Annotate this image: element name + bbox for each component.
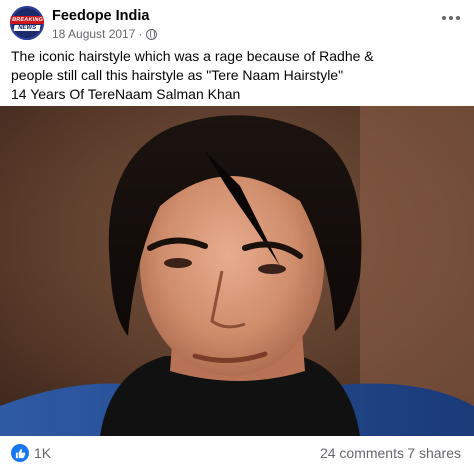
more-dot-icon [456,16,460,20]
post-caption: The iconic hairstyle which was a rage be… [11,47,466,104]
post-header: BREAKING NEWS Feedope India 18 August 20… [0,0,474,44]
avatar-text-news: NEWS [13,24,41,31]
reaction-count[interactable]: 1K [34,445,51,461]
portrait-illustration [0,106,474,436]
caption-line: 14 Years Of TereNaam Salman Khan [11,86,241,102]
like-icon[interactable] [11,444,29,462]
more-options-button[interactable] [442,16,460,20]
post-photo[interactable] [0,106,474,436]
comments-count-link[interactable]: 24 comments [320,445,404,461]
caption-line: The iconic hairstyle which was a rage be… [11,48,374,64]
thumbs-up-icon [15,448,25,458]
shares-count-link[interactable]: 7 shares [407,445,461,461]
meta-separator: · [138,27,143,41]
post-meta: 18 August 2017 · [52,27,158,41]
more-dot-icon [449,16,453,20]
globe-icon [146,28,158,40]
caption-line: people still call this hairstyle as "Ter… [11,67,344,83]
page-avatar[interactable]: BREAKING NEWS [10,6,44,40]
avatar-text-breaking: BREAKING [10,15,44,24]
post-date[interactable]: 18 August 2017 [52,27,135,41]
page-name-link[interactable]: Feedope India [52,8,150,24]
more-dot-icon [442,16,446,20]
